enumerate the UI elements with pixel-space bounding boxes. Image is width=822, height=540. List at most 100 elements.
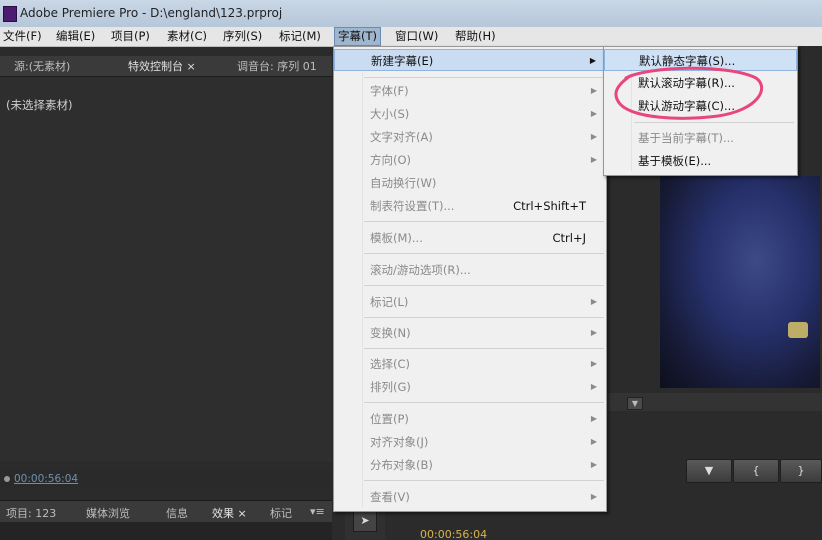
tab-effects[interactable]: 效果 × <box>212 505 247 521</box>
menu-separator <box>634 122 794 123</box>
submenu-arrow-icon: ▶ <box>590 155 597 164</box>
menu-item-view[interactable]: 查看(V) ▶ <box>334 486 606 508</box>
menu-separator <box>364 402 604 403</box>
menu-item-label: 默认滚动字幕(R)... <box>638 76 735 90</box>
menu-item-shortcut: Ctrl+J <box>552 231 587 245</box>
menu-item-select[interactable]: 选择(C) ▶ <box>334 353 606 375</box>
menu-item-label: 对齐对象(J) <box>370 435 429 449</box>
menu-item-label: 默认游动字幕(C)... <box>638 99 735 113</box>
menu-item-label: 滚动/游动选项(R)... <box>370 263 471 277</box>
menu-item-align-objects[interactable]: 对齐对象(J) ▶ <box>334 431 606 453</box>
menu-item-size[interactable]: 大小(S) ▶ <box>334 103 606 125</box>
menu-edit[interactable]: 编辑(E) <box>53 28 98 45</box>
menu-item-templates[interactable]: 模板(M)... Ctrl+J <box>334 227 606 249</box>
submenu-arrow-icon: ▶ <box>590 359 597 368</box>
menu-item-default-still[interactable]: 默认静态字幕(S)... <box>604 49 797 71</box>
menu-item-orientation[interactable]: 方向(O) ▶ <box>334 149 606 171</box>
menu-item-label: 选择(C) <box>370 357 411 371</box>
menu-item-label: 文字对齐(A) <box>370 130 433 144</box>
menu-item-label: 自动换行(W) <box>370 176 437 190</box>
menu-separator <box>364 317 604 318</box>
menu-item-position[interactable]: 位置(P) ▶ <box>334 408 606 430</box>
tab-markers[interactable]: 标记 <box>270 505 292 521</box>
menu-project[interactable]: 项目(P) <box>108 28 153 45</box>
panel-menu-icon[interactable]: ▾≡ <box>310 505 325 518</box>
menu-item-label: 新建字幕(E) <box>371 54 434 68</box>
menu-item-label: 方向(O) <box>370 153 412 167</box>
title-menu-dropdown: 新建字幕(E) ▶ 字体(F) ▶ 大小(S) ▶ 文字对齐(A) ▶ 方向(O… <box>333 46 607 512</box>
menu-item-new-title[interactable]: 新建字幕(E) ▶ <box>334 49 606 71</box>
submenu-arrow-icon: ▶ <box>590 460 597 469</box>
submenu-arrow-icon: ▶ <box>590 109 597 118</box>
menu-item-text-align[interactable]: 文字对齐(A) ▶ <box>334 126 606 148</box>
submenu-arrow-icon: ▶ <box>590 414 597 423</box>
menu-item-based-on-current[interactable]: 基于当前字幕(T)... <box>604 127 797 149</box>
menu-item-roll-crawl-options[interactable]: 滚动/游动选项(R)... <box>334 259 606 281</box>
menu-sequence[interactable]: 序列(S) <box>220 28 265 45</box>
menu-file[interactable]: 文件(F) <box>0 28 45 45</box>
tab-info[interactable]: 信息 <box>166 505 188 521</box>
tab-media-browser[interactable]: 媒体浏览 <box>86 505 130 521</box>
menu-item-label: 标记(L) <box>370 295 409 309</box>
menu-item-distribute-objects[interactable]: 分布对象(B) ▶ <box>334 454 606 476</box>
submenu-arrow-icon: ▶ <box>590 492 597 501</box>
menu-item-label: 基于当前字幕(T)... <box>638 131 734 145</box>
menu-item-based-on-template[interactable]: 基于模板(E)... <box>604 150 797 172</box>
menu-item-default-roll[interactable]: 默认滚动字幕(R)... <box>604 72 797 94</box>
menu-item-word-wrap[interactable]: 自动换行(W) <box>334 172 606 194</box>
program-video-frame <box>660 176 820 388</box>
menu-item-label: 分布对象(B) <box>370 458 433 472</box>
tab-source[interactable]: 源:(无素材) <box>14 58 70 76</box>
no-clip-selected-text: (未选择素材) <box>6 98 73 112</box>
menu-separator <box>364 221 604 222</box>
tab-project[interactable]: 项目: 123 <box>6 505 56 521</box>
add-marker-button[interactable]: ▼ <box>686 459 732 483</box>
effect-controls-panel: (未选择素材) <box>0 77 332 462</box>
menu-item-arrange[interactable]: 排列(G) ▶ <box>334 376 606 398</box>
menu-separator <box>364 285 604 286</box>
effects-search-strip <box>0 522 332 540</box>
effect-controls-timebar: 00:00:56:04 <box>0 470 332 488</box>
zoom-dropdown-icon[interactable]: ▼ <box>627 397 643 410</box>
selection-tool-icon[interactable]: ➤ <box>353 510 377 532</box>
submenu-arrow-icon: ▶ <box>590 297 597 306</box>
effect-timecode[interactable]: 00:00:56:04 <box>14 473 78 485</box>
menu-item-label: 默认静态字幕(S)... <box>639 54 736 68</box>
menu-marker[interactable]: 标记(M) <box>276 28 324 45</box>
menu-item-shortcut: Ctrl+Shift+T <box>513 199 586 213</box>
menu-item-label: 排列(G) <box>370 380 411 394</box>
window-title: Adobe Premiere Pro - D:\england\123.prpr… <box>20 6 283 20</box>
premiere-window: Adobe Premiere Pro - D:\england\123.prpr… <box>0 0 822 540</box>
menu-item-default-crawl[interactable]: 默认游动字幕(C)... <box>604 95 797 117</box>
menu-separator <box>364 348 604 349</box>
tab-audio-mixer[interactable]: 调音台: 序列 01 <box>237 58 317 76</box>
submenu-arrow-icon: ▶ <box>589 56 596 65</box>
menu-item-tab-stops[interactable]: 制表符设置(T)... Ctrl+Shift+T <box>334 195 606 217</box>
menu-separator <box>364 77 604 78</box>
menu-item-label: 大小(S) <box>370 107 410 121</box>
menu-separator <box>364 480 604 481</box>
tab-effect-controls[interactable]: 特效控制台 × <box>128 58 196 76</box>
playhead-dot-icon[interactable] <box>4 476 10 482</box>
menu-title[interactable]: 字幕(T) <box>334 27 381 46</box>
menu-clip[interactable]: 素材(C) <box>164 28 210 45</box>
menu-item-font[interactable]: 字体(F) ▶ <box>334 80 606 102</box>
title-bar: Adobe Premiere Pro - D:\england\123.prpr… <box>0 0 822 27</box>
timeline-timecode[interactable]: 00:00:56:04 <box>420 528 487 540</box>
set-in-button[interactable]: { <box>733 459 779 483</box>
set-out-button[interactable]: } <box>780 459 822 483</box>
submenu-arrow-icon: ▶ <box>590 437 597 446</box>
menu-item-label: 模板(M)... <box>370 231 423 245</box>
menu-item-label: 位置(P) <box>370 412 409 426</box>
project-panel-tabs: 项目: 123 媒体浏览 信息 效果 × 标记 ▾≡ <box>0 500 332 523</box>
menu-item-transform[interactable]: 变换(N) ▶ <box>334 322 606 344</box>
menu-item-label: 变换(N) <box>370 326 411 340</box>
menu-window[interactable]: 窗口(W) <box>392 28 441 45</box>
menu-help[interactable]: 帮助(H) <box>452 28 499 45</box>
menu-bar: 文件(F) 编辑(E) 项目(P) 素材(C) 序列(S) 标记(M) 字幕(T… <box>0 27 822 47</box>
video-highlight <box>788 322 808 338</box>
submenu-arrow-icon: ▶ <box>590 132 597 141</box>
menu-item-logo[interactable]: 标记(L) ▶ <box>334 291 606 313</box>
menu-item-label: 查看(V) <box>370 490 410 504</box>
source-panel-tabs: 源:(无素材) 特效控制台 × 调音台: 序列 01 <box>0 56 332 77</box>
